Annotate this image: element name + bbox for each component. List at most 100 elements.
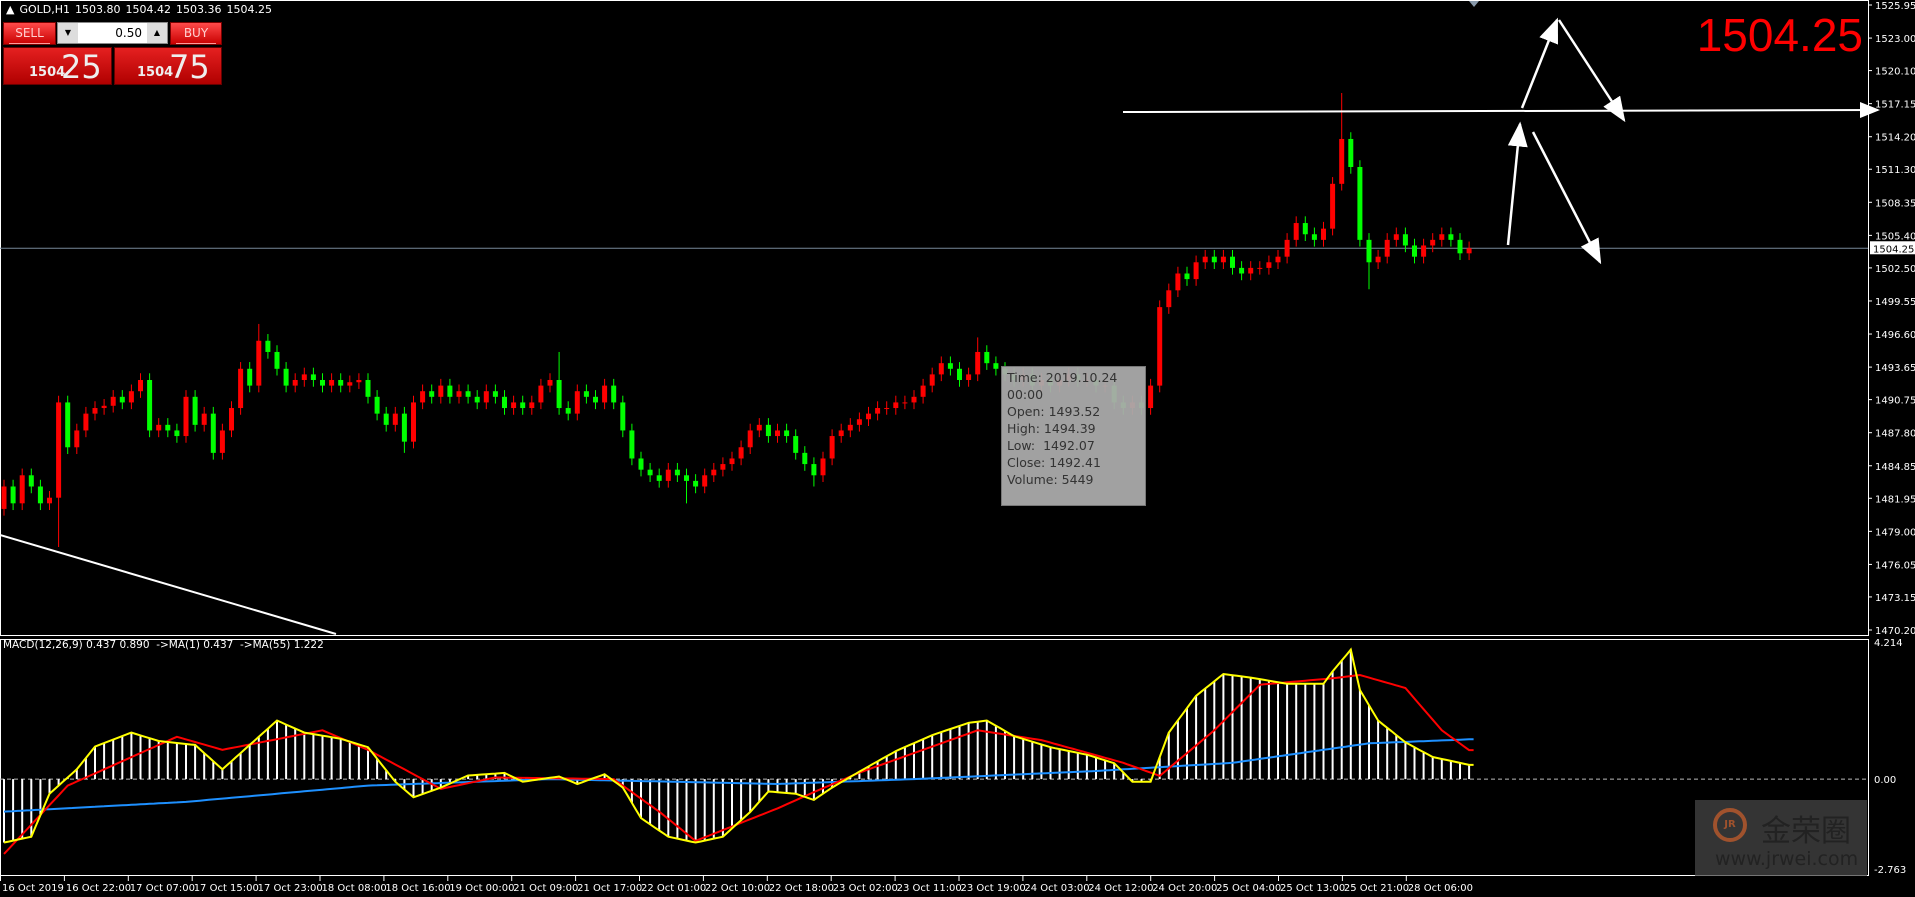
price-axis-label: 1490.75	[1875, 396, 1915, 407]
candle-body	[465, 391, 471, 397]
candle	[411, 395, 416, 449]
increase-lot-icon[interactable]: ▲	[147, 23, 167, 43]
watermark-url: www.jrwei.com	[1715, 848, 1859, 870]
candle	[1, 479, 7, 516]
candle-body	[74, 430, 80, 448]
candle-body	[256, 340, 262, 386]
candle-body	[365, 380, 371, 397]
candle-body	[847, 424, 853, 431]
candle	[847, 418, 853, 438]
candle-body	[329, 380, 335, 386]
candle-body	[338, 380, 344, 386]
price-axis-label: 1523.00	[1875, 34, 1915, 45]
candle	[975, 337, 981, 382]
candle	[247, 362, 253, 393]
ohlc-low: 1503.36	[176, 3, 222, 16]
collapse-arrow-icon[interactable]: ▲	[6, 3, 14, 16]
candle-body	[156, 424, 162, 431]
candle	[802, 446, 808, 471]
candle	[1266, 255, 1272, 275]
price-chart[interactable]: 1525.95 1523.00 1520.10 1517.15 1514.20 1511.…	[0, 0, 1915, 897]
candle	[502, 390, 507, 415]
candle-body	[1148, 385, 1154, 409]
candle-body	[101, 405, 107, 409]
macd-axis-label: 0.00	[1874, 775, 1896, 786]
candle	[1448, 227, 1454, 247]
candle	[74, 423, 80, 454]
candle-body	[1348, 138, 1354, 167]
sell-button[interactable]: SELL	[3, 22, 56, 45]
candle	[192, 390, 198, 432]
lot-size-stepper[interactable]: ▼ ▲	[57, 22, 168, 44]
arrow-up-1	[1506, 121, 1528, 246]
ohlc-high: 1504.42	[125, 3, 172, 16]
candle	[165, 418, 171, 438]
candle-body	[392, 413, 398, 425]
candle	[392, 406, 398, 432]
price-axis-label: 1476.05	[1875, 560, 1915, 571]
candle	[474, 390, 480, 410]
candle-body	[684, 475, 689, 481]
candle	[511, 395, 517, 415]
candle-body	[128, 391, 134, 403]
candle-body	[756, 424, 762, 431]
candle	[1330, 177, 1336, 236]
candle	[929, 367, 935, 393]
price-axis-label: 1502.50	[1875, 264, 1915, 275]
macd-indicator-label: MACD(12,26,9) 0.437 0.890 ->MA(1) 0.437 …	[3, 639, 324, 651]
ohlc-close: 1504.25	[226, 3, 273, 16]
time-axis-label: 22 Oct 01:00	[641, 883, 706, 894]
macd-axis-label: -2.763	[1874, 865, 1906, 876]
candle-body	[438, 385, 444, 397]
candle-body	[1366, 239, 1372, 263]
candle-body	[1384, 239, 1390, 257]
candle-body	[620, 402, 626, 431]
candle	[56, 395, 62, 548]
candle	[183, 390, 189, 443]
candle-body	[556, 380, 562, 409]
candle-body	[583, 391, 589, 397]
ohlc-open: 1503.80	[75, 3, 121, 16]
candle-body	[902, 402, 908, 404]
candle-body	[110, 396, 116, 406]
candle	[693, 474, 699, 494]
candle-body	[893, 402, 899, 409]
time-axis-label: 23 Oct 02:00	[833, 883, 898, 894]
candle-body	[711, 469, 717, 476]
candle-body	[1184, 273, 1190, 280]
arrow-up-2	[1520, 17, 1559, 109]
chart-shift-marker-icon	[1469, 1, 1479, 7]
candle	[274, 345, 280, 376]
price-axis-label: 1514.20	[1875, 133, 1915, 144]
candle	[37, 479, 43, 511]
buy-price-button[interactable]: 1504 75	[114, 47, 222, 86]
candle-body	[1321, 228, 1326, 240]
candle-body	[565, 408, 571, 414]
candle-body	[1430, 239, 1436, 246]
candle-body	[920, 385, 926, 397]
candle	[957, 362, 962, 387]
candle	[1257, 261, 1263, 275]
candle	[147, 373, 153, 438]
candle	[665, 462, 671, 488]
buy-button[interactable]: BUY	[170, 22, 222, 45]
candle-body	[274, 351, 280, 369]
time-axis-label: 25 Oct 13:00	[1280, 883, 1345, 894]
candle	[529, 395, 535, 415]
candle	[210, 406, 216, 460]
sell-price-button[interactable]: 1504 25	[3, 47, 112, 86]
decrease-lot-icon[interactable]: ▼	[58, 23, 78, 43]
candle	[1339, 93, 1345, 191]
candle-body	[602, 385, 608, 403]
candle	[984, 345, 990, 370]
resistance-line	[1122, 102, 1880, 119]
candle-body	[19, 475, 25, 504]
candle-body	[310, 374, 316, 380]
candle	[447, 378, 453, 404]
candle	[83, 406, 89, 438]
candle-body	[1302, 223, 1308, 235]
candle	[1275, 249, 1281, 270]
candle	[1211, 249, 1217, 270]
lot-size-input[interactable]	[79, 23, 145, 43]
candle	[1421, 238, 1427, 264]
